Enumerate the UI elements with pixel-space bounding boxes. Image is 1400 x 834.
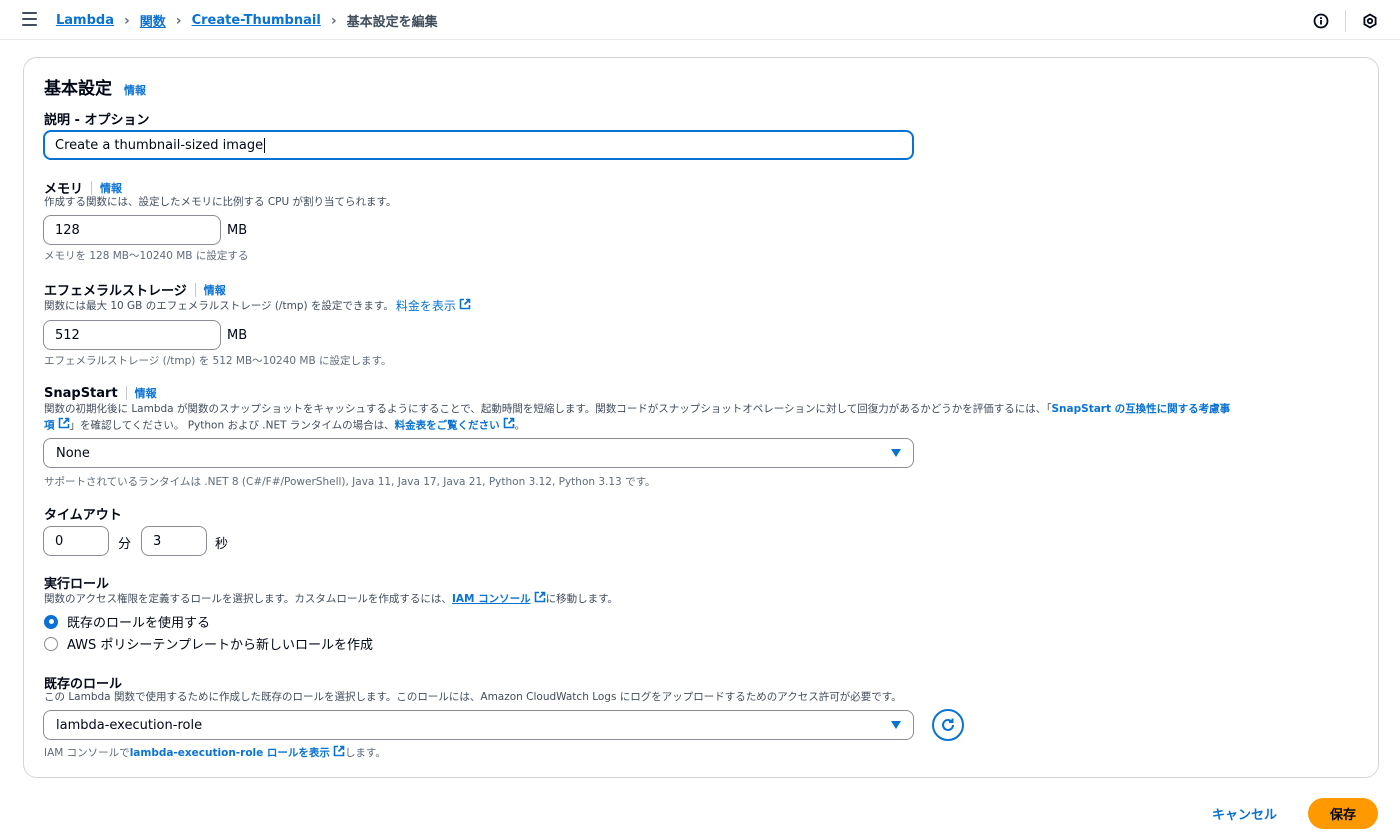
chevron-right-icon: › — [124, 12, 130, 29]
exec-role-label: 実行ロール — [44, 577, 110, 592]
divider — [91, 180, 93, 195]
divider — [125, 386, 127, 400]
divider — [194, 282, 196, 297]
caret-down-icon — [891, 449, 901, 457]
refresh-icon — [942, 718, 954, 731]
external-link-icon — [459, 298, 471, 315]
cancel-button[interactable]: キャンセル — [1204, 798, 1285, 829]
panel-title: 基本設定 — [44, 79, 112, 99]
existing-role-select[interactable]: lambda-execution-role — [43, 710, 914, 740]
breadcrumb-current: 基本設定を編集 — [346, 15, 438, 30]
external-link-icon — [58, 417, 70, 434]
ephemeral-hint: エフェメラルストレージ (/tmp) を 512 MB～10240 MB に設定… — [44, 355, 392, 367]
iam-console-link[interactable]: IAM コンソール — [452, 592, 531, 607]
snapstart-compat-link-b[interactable]: 項 — [44, 420, 55, 432]
ephemeral-description: 関数には最大 10 GB のエフェメラルストレージ (/tmp) を設定できます… — [44, 300, 394, 312]
snapstart-info-link[interactable]: 情報 — [135, 385, 157, 401]
ephemeral-description-row: 関数には最大 10 GB のエフェメラルストレージ (/tmp) を設定できます… — [44, 298, 471, 315]
settings-hexagon-icon[interactable] — [1360, 11, 1380, 31]
ephemeral-value: 512 — [55, 327, 80, 343]
chevron-right-icon: › — [175, 12, 182, 29]
snapstart-price-link[interactable]: 料金表をご覧ください — [395, 420, 500, 432]
description-input[interactable]: Create a thumbnail-sized image — [43, 130, 914, 160]
snapstart-desc-text-3: 。 — [514, 419, 526, 432]
breadcrumb-function-name[interactable]: Create-Thumbnail — [192, 13, 321, 28]
chevron-right-icon: › — [330, 12, 337, 29]
ephemeral-unit: MB — [227, 328, 248, 343]
memory-info-link[interactable]: 情報 — [100, 180, 122, 196]
existing-role-hint-text-1: IAM コンソールで — [44, 747, 130, 759]
radio-checked — [44, 614, 58, 629]
snapstart-label: SnapStart — [44, 385, 118, 401]
view-role-link[interactable]: lambda-execution-role ロールを表示 — [130, 745, 330, 760]
refresh-roles-button[interactable] — [932, 709, 964, 741]
ephemeral-label: エフェメラルストレージ — [44, 284, 187, 299]
exec-role-desc-text-2: に移動します。 — [545, 593, 619, 605]
pricing-link[interactable]: 料金を表示 — [396, 299, 456, 314]
info-icon[interactable] — [1311, 11, 1331, 31]
timeout-label: タイムアウト — [44, 508, 122, 523]
external-link-icon — [333, 745, 345, 760]
ephemeral-header: エフェメラルストレージ 情報 — [44, 280, 226, 299]
snapstart-selected-value: None — [56, 445, 90, 461]
snapstart-hint: サポートされているランタイムは .NET 8 (C#/F#/PowerShell… — [44, 476, 656, 488]
memory-value: 128 — [55, 222, 80, 238]
menu-icon[interactable] — [22, 12, 37, 26]
description-value: Create a thumbnail-sized image — [55, 137, 264, 153]
memory-input[interactable]: 128 — [43, 215, 221, 245]
snapstart-desc-text-2: 」を確認してください。 Python および .NET ランタイムの場合は、 — [69, 419, 395, 432]
basic-settings-panel: 基本設定 情報 説明 - オプション Create a thumbnail-si… — [23, 57, 1379, 778]
ephemeral-input[interactable]: 512 — [43, 320, 221, 350]
exec-role-description: 関数のアクセス権限を定義するロールを選択します。カスタムロールを作成するには、 … — [44, 591, 618, 608]
breadcrumb-lambda[interactable]: Lambda — [56, 13, 114, 28]
snapstart-description: 関数の初期化後に Lambda が関数のスナップショットをキャッシュするようにす… — [44, 402, 1344, 434]
radio-use-existing-role[interactable]: 既存のロールを使用する — [44, 612, 210, 631]
memory-description: 作成する関数には、設定したメモリに比例する CPU が割り当てられます。 — [44, 196, 397, 208]
timeout-minutes-value: 0 — [55, 533, 64, 549]
snapstart-select[interactable]: None — [43, 438, 914, 468]
memory-hint: メモリを 128 MB～10240 MB に設定する — [44, 250, 249, 262]
radio-unchecked — [44, 636, 58, 651]
existing-role-hint-text-2: します。 — [344, 747, 386, 759]
existing-role-hint: IAM コンソールで lambda-execution-role ロールを表示 … — [44, 745, 386, 760]
snapstart-desc-text-1: 関数の初期化後に Lambda が関数のスナップショットをキャッシュするようにす… — [44, 403, 1052, 415]
memory-unit: MB — [227, 223, 248, 238]
radio-create-new-role[interactable]: AWS ポリシーテンプレートから新しいロールを作成 — [44, 634, 373, 653]
text-cursor — [264, 137, 266, 153]
timeout-seconds-input[interactable]: 3 — [141, 526, 207, 556]
timeout-seconds-value: 3 — [153, 533, 162, 549]
snapstart-header: SnapStart 情報 — [44, 385, 157, 401]
breadcrumb-functions[interactable]: 関数 — [140, 11, 166, 30]
radio-use-existing-role-label: 既存のロールを使用する — [67, 616, 211, 631]
panel-header: 基本設定 情報 — [44, 74, 146, 99]
divider — [1345, 10, 1346, 32]
existing-role-description: この Lambda 関数で使用するために作成した既存のロールを選択します。このロ… — [44, 691, 902, 703]
save-button[interactable]: 保存 — [1308, 798, 1378, 829]
external-link-icon — [534, 591, 546, 608]
timeout-minutes-input[interactable]: 0 — [43, 526, 109, 556]
existing-role-selected-value: lambda-execution-role — [56, 717, 203, 733]
top-actions — [1311, 10, 1380, 32]
timeout-minutes-unit: 分 — [118, 537, 132, 552]
snapstart-compat-link-a[interactable]: SnapStart の互換性に関する考慮事 — [1052, 403, 1231, 415]
external-link-icon — [503, 417, 515, 434]
exec-role-desc-text-1: 関数のアクセス権限を定義するロールを選択します。カスタムロールを作成するには、 — [44, 593, 452, 605]
caret-down-icon — [891, 721, 901, 729]
ephemeral-info-link[interactable]: 情報 — [204, 282, 226, 298]
top-navigation-bar: Lambda › 関数 › Create-Thumbnail › 基本設定を編集 — [0, 0, 1400, 40]
radio-create-new-role-label: AWS ポリシーテンプレートから新しいロールを作成 — [67, 638, 374, 653]
timeout-seconds-unit: 秒 — [215, 537, 229, 552]
panel-info-link[interactable]: 情報 — [124, 82, 146, 98]
description-label: 説明 - オプション — [44, 113, 150, 128]
breadcrumb: Lambda › 関数 › Create-Thumbnail › 基本設定を編集 — [56, 11, 438, 31]
